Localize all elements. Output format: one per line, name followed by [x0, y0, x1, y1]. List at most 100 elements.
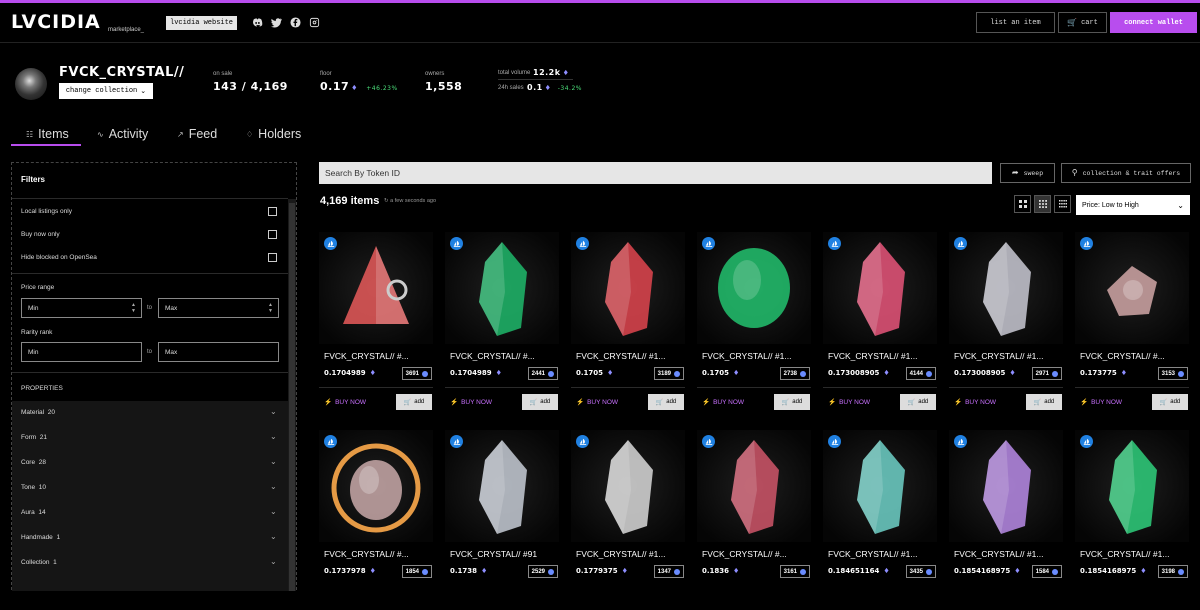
property-handmade[interactable]: Handmade 1 ⌄ — [12, 526, 288, 551]
discord-icon[interactable] — [251, 16, 263, 28]
nft-image[interactable] — [697, 430, 811, 542]
nft-image[interactable] — [823, 232, 937, 344]
nft-price: 0.1779375 ♦ — [576, 567, 628, 575]
twitter-icon[interactable] — [270, 16, 282, 28]
cart-icon: 🛒 — [907, 399, 916, 406]
cart-icon: 🛒 — [1067, 18, 1078, 28]
list-item-button[interactable]: list an item — [976, 12, 1055, 33]
chevron-down-icon: ⌄ — [270, 557, 277, 566]
lightning-icon: ⚡ — [576, 399, 585, 406]
buy-now-checkbox[interactable] — [268, 230, 277, 239]
rarity-max-input[interactable]: Max — [158, 342, 279, 362]
change-collection-button[interactable]: change collection ⌄ — [59, 83, 153, 99]
property-tone[interactable]: Tone 10 ⌄ — [12, 476, 288, 501]
hide-blocked-checkbox[interactable] — [268, 253, 277, 262]
nft-image[interactable] — [319, 430, 433, 542]
tab-label: Items — [38, 127, 69, 141]
brand-logo[interactable]: LVCIDIA — [11, 11, 101, 33]
nft-card[interactable]: FVCK_CRYSTAL// #... 0.1704989 ♦ 3691 ⚡ BU… — [319, 232, 433, 412]
nft-card[interactable]: FVCK_CRYSTAL// #1... 0.1854168975 ♦ 3198 — [1075, 430, 1189, 610]
tab-feed[interactable]: ↗ Feed — [177, 127, 217, 141]
nft-image[interactable] — [1075, 430, 1189, 542]
buy-now-button[interactable]: ⚡ BUY NOW — [576, 398, 618, 407]
add-to-cart-button[interactable]: 🛒 add — [396, 394, 432, 410]
nft-image[interactable] — [571, 232, 685, 344]
add-label: add — [792, 399, 803, 405]
nft-card[interactable]: FVCK_CRYSTAL// #1... 0.1705 ♦ 2738 ⚡ BUY … — [697, 232, 811, 412]
add-to-cart-button[interactable]: 🛒 add — [774, 394, 810, 410]
add-to-cart-button[interactable]: 🛒 add — [522, 394, 558, 410]
nft-image[interactable] — [823, 430, 937, 542]
add-to-cart-button[interactable]: 🛒 add — [900, 394, 936, 410]
rank-value: 3198 — [1161, 568, 1175, 575]
add-to-cart-button[interactable]: 🛒 add — [1026, 394, 1062, 410]
view-small-grid-button[interactable] — [1054, 195, 1071, 213]
property-aura[interactable]: Aura 14 ⌄ — [12, 501, 288, 526]
buy-now-button[interactable]: ⚡ BUY NOW — [324, 398, 366, 407]
nft-card[interactable]: FVCK_CRYSTAL// #1... 0.173008905 ♦ 4144 ⚡… — [823, 232, 937, 412]
scrollbar-thumb[interactable] — [289, 203, 295, 591]
add-to-cart-button[interactable]: 🛒 add — [648, 394, 684, 410]
nft-image[interactable] — [1075, 232, 1189, 344]
buy-now-button[interactable]: ⚡ BUY NOW — [1080, 398, 1122, 407]
nft-image[interactable] — [949, 232, 1063, 344]
nft-card[interactable]: FVCK_CRYSTAL// #1... 0.1705 ♦ 3189 ⚡ BUY … — [571, 232, 685, 412]
active-tab-indicator — [11, 144, 81, 146]
cart-icon: 🛒 — [529, 399, 538, 406]
nft-image[interactable] — [319, 232, 433, 344]
view-large-grid-button[interactable] — [1014, 195, 1031, 213]
cart-icon: 🛒 — [1033, 399, 1042, 406]
search-input[interactable]: Search By Token ID — [319, 162, 992, 184]
nft-image[interactable] — [697, 232, 811, 344]
rarity-icon — [548, 568, 554, 575]
rarity-min-input[interactable]: Min — [21, 342, 142, 362]
nft-card[interactable]: FVCK_CRYSTAL// #91 0.1738 ♦ 2529 — [445, 430, 559, 610]
nft-image[interactable] — [571, 430, 685, 542]
local-listings-checkbox[interactable] — [268, 207, 277, 216]
sweep-button[interactable]: ➦ sweep — [1000, 163, 1055, 183]
crystal-artwork — [949, 232, 1063, 344]
buy-now-button[interactable]: ⚡ BUY NOW — [702, 398, 744, 407]
nft-card[interactable]: FVCK_CRYSTAL// #... 0.1737978 ♦ 1854 — [319, 430, 433, 610]
property-form[interactable]: Form 21 ⌄ — [12, 426, 288, 451]
nft-name: FVCK_CRYSTAL// #... — [324, 549, 409, 559]
nft-name: FVCK_CRYSTAL// #1... — [576, 351, 666, 361]
nft-card[interactable]: FVCK_CRYSTAL// #1... 0.173008905 ♦ 2971 ⚡… — [949, 232, 1063, 412]
nft-card[interactable]: FVCK_CRYSTAL// #... 0.1704989 ♦ 2441 ⚡ BU… — [445, 232, 559, 412]
floor-value: 0.17 — [320, 80, 350, 93]
tab-items[interactable]: ☷ Items — [26, 127, 69, 141]
property-core[interactable]: Core 28 ⌄ — [12, 451, 288, 476]
view-medium-grid-button[interactable] — [1034, 195, 1051, 213]
refresh-icon[interactable]: ↻ — [384, 198, 389, 204]
collection-offers-button[interactable]: ⚲ collection & trait offers — [1061, 163, 1191, 183]
crystal-artwork — [949, 430, 1063, 542]
tab-activity[interactable]: ∿ Activity — [97, 127, 148, 141]
instagram-icon[interactable] — [308, 16, 320, 28]
buy-now-button[interactable]: ⚡ BUY NOW — [450, 398, 492, 407]
property-collection[interactable]: Collection 1 ⌄ — [12, 551, 288, 576]
tab-holders[interactable]: ♢ Holders — [246, 127, 301, 141]
buy-now-label: BUY NOW — [839, 398, 871, 406]
nft-card[interactable]: FVCK_CRYSTAL// #1... 0.1779375 ♦ 1347 — [571, 430, 685, 610]
connect-wallet-button[interactable]: connect wallet — [1110, 12, 1197, 33]
rank-value: 2971 — [1035, 370, 1049, 377]
nft-card[interactable]: FVCK_CRYSTAL// #... 0.1836 ♦ 3161 — [697, 430, 811, 610]
price-max-select[interactable]: Max ▲ ▼ — [158, 298, 279, 318]
price-min-select[interactable]: Min ▲ ▼ — [21, 298, 142, 318]
add-to-cart-button[interactable]: 🛒 add — [1152, 394, 1188, 410]
nft-card[interactable]: FVCK_CRYSTAL// #... 0.173775 ♦ 3153 ⚡ BUY… — [1075, 232, 1189, 412]
website-link-button[interactable]: lvcidia website — [166, 16, 238, 30]
nft-card[interactable]: FVCK_CRYSTAL// #1... 0.1854168975 ♦ 1584 — [949, 430, 1063, 610]
facebook-icon[interactable] — [289, 16, 301, 28]
nft-image[interactable] — [445, 430, 559, 542]
property-material[interactable]: Material 20 ⌄ — [12, 401, 288, 426]
sort-select[interactable]: Price: Low to High ⌄ — [1076, 195, 1190, 215]
activity-icon: ∿ — [97, 129, 104, 139]
nft-card[interactable]: FVCK_CRYSTAL// #1... 0.184651164 ♦ 3435 — [823, 430, 937, 610]
buy-now-button[interactable]: ⚡ BUY NOW — [828, 398, 871, 407]
cart-button[interactable]: 🛒 cart — [1058, 12, 1107, 33]
nft-image[interactable] — [949, 430, 1063, 542]
filters-scrollbar[interactable] — [288, 199, 296, 591]
nft-image[interactable] — [445, 232, 559, 344]
buy-now-button[interactable]: ⚡ BUY NOW — [954, 398, 996, 407]
